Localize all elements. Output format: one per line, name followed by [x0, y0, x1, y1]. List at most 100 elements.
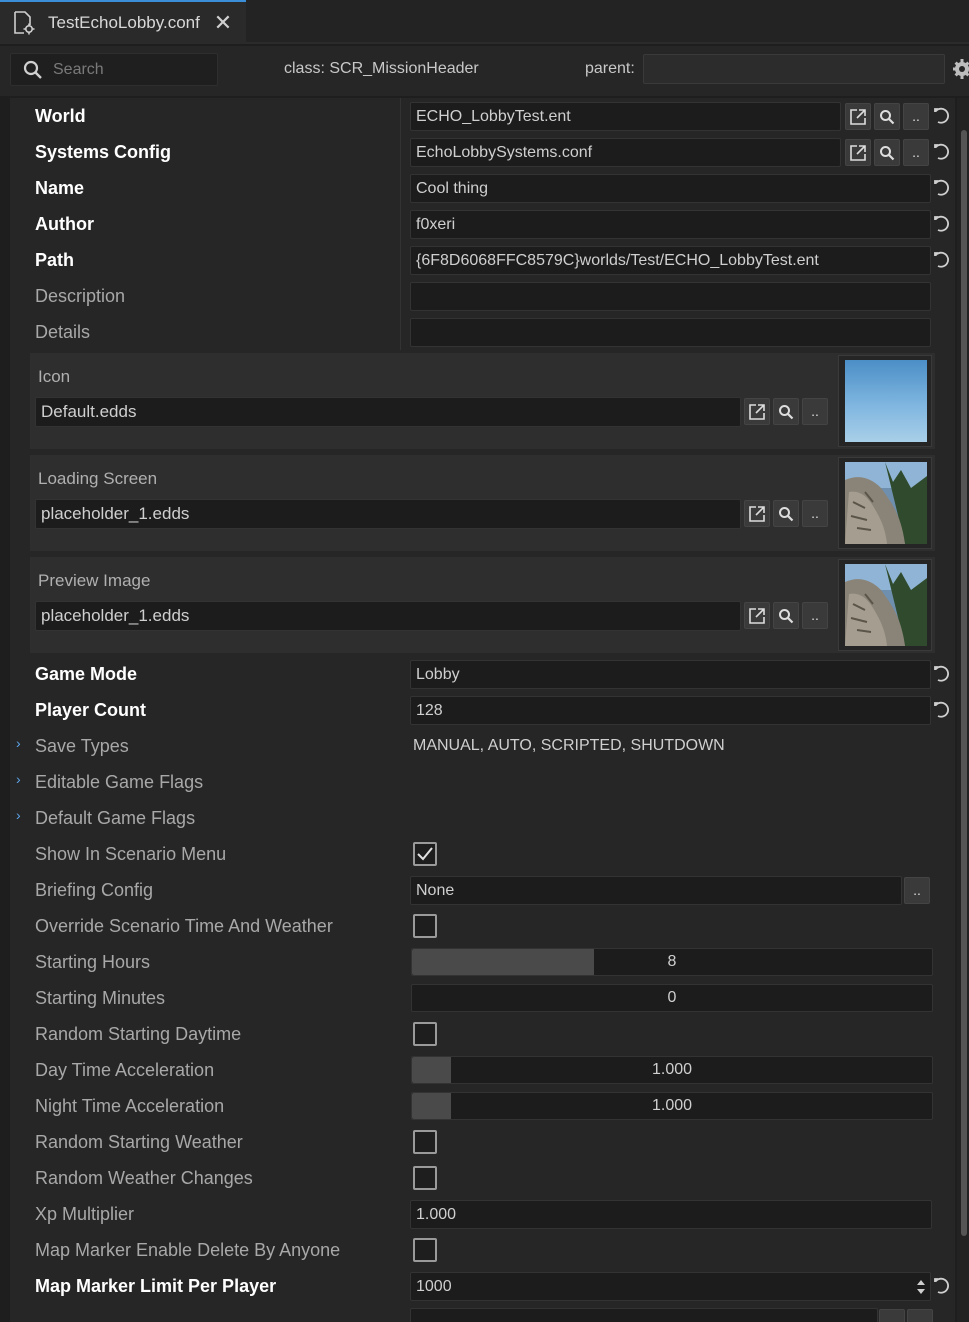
player-count-field[interactable]: 128 [410, 696, 931, 725]
world-field[interactable]: ECHO_LobbyTest.ent [410, 102, 841, 131]
chevron-right-icon[interactable]: › [16, 735, 21, 751]
preview-image-thumbnail[interactable] [838, 559, 932, 651]
open-external-icon[interactable] [845, 139, 871, 166]
open-external-icon[interactable] [744, 500, 770, 527]
prop-world: World ECHO_LobbyTest.ent .. [10, 99, 955, 135]
description-field[interactable] [410, 282, 931, 311]
reset-icon[interactable] [932, 699, 954, 721]
prop-label: Briefing Config [35, 880, 154, 900]
prop-starting-minutes: Starting Minutes 0 [10, 981, 955, 1017]
briefing-config-field[interactable]: None [410, 876, 902, 905]
loading-screen-thumbnail[interactable] [838, 457, 932, 549]
slider-value: 1.000 [651, 1061, 693, 1078]
prop-label: Starting Minutes [35, 988, 166, 1008]
checkbox[interactable] [413, 1022, 437, 1046]
search-icon[interactable] [773, 398, 799, 425]
map-marker-limit-field[interactable]: 1000 [410, 1272, 931, 1301]
search-placeholder: Search [53, 60, 104, 78]
prop-show-in-scenario-menu: Show In Scenario Menu [10, 837, 955, 873]
browse-button[interactable]: .. [904, 877, 930, 904]
reset-icon[interactable] [932, 249, 954, 271]
prop-details: Details [10, 315, 955, 351]
prop-icon: Icon Default.edds .. [30, 353, 935, 449]
reset-icon[interactable] [932, 105, 954, 127]
gear-icon[interactable] [951, 57, 969, 81]
reset-icon[interactable] [932, 213, 954, 235]
prop-partial-row [10, 1305, 955, 1322]
rock-image [845, 564, 927, 646]
button[interactable] [879, 1309, 905, 1322]
prop-label: Override Scenario Time And Weather [35, 916, 333, 936]
prop-label: Starting Hours [35, 952, 151, 972]
prop-override-time-weather: Override Scenario Time And Weather [10, 909, 955, 945]
checkbox[interactable] [413, 914, 437, 938]
config-file-icon [12, 10, 36, 36]
button[interactable] [907, 1309, 933, 1322]
partial-field[interactable] [410, 1308, 878, 1322]
prop-label: Editable Game Flags [35, 772, 204, 792]
open-external-icon[interactable] [744, 602, 770, 629]
search-icon[interactable] [874, 139, 900, 166]
prop-label: Default Game Flags [35, 808, 196, 828]
prop-author: Author f0xeri [10, 207, 955, 243]
icon-field[interactable]: Default.edds [35, 397, 741, 427]
browse-button[interactable]: .. [802, 398, 828, 425]
reset-icon[interactable] [932, 1275, 954, 1297]
systems-config-field[interactable]: EchoLobbySystems.conf [410, 138, 841, 167]
prop-player-count: Player Count 128 [10, 693, 955, 729]
prop-label: Game Mode [35, 664, 138, 684]
loading-screen-field[interactable]: placeholder_1.edds [35, 499, 741, 529]
search-input[interactable]: Search [10, 53, 218, 86]
open-external-icon[interactable] [845, 103, 871, 130]
search-icon[interactable] [874, 103, 900, 130]
browse-button[interactable]: .. [802, 500, 828, 527]
checkbox[interactable] [413, 1238, 437, 1262]
details-field[interactable] [410, 318, 931, 347]
browse-button[interactable]: .. [903, 139, 929, 166]
xp-multiplier-field[interactable]: 1.000 [410, 1200, 932, 1229]
prop-preview-image: Preview Image placeholder_1.edds .. [30, 557, 935, 653]
open-external-icon[interactable] [744, 398, 770, 425]
close-icon[interactable]: ✕ [210, 10, 236, 36]
browse-button[interactable]: .. [903, 103, 929, 130]
day-time-acceleration-slider[interactable]: 1.000 [411, 1056, 933, 1084]
prop-default-game-flags[interactable]: › Default Game Flags [10, 801, 955, 837]
reset-icon[interactable] [932, 663, 954, 685]
prop-label: Systems Config [35, 142, 172, 162]
reset-icon[interactable] [932, 141, 954, 163]
prop-label: Preview Image [38, 571, 151, 590]
browse-button[interactable]: .. [802, 602, 828, 629]
icon-thumbnail[interactable] [838, 355, 932, 447]
search-icon[interactable] [773, 500, 799, 527]
tab-testecholobby[interactable]: TestEchoLobby.conf ✕ [0, 0, 246, 44]
reset-icon[interactable] [932, 177, 954, 199]
prop-path: Path {6F8D6068FFC8579C}worlds/Test/ECHO_… [10, 243, 955, 279]
name-field[interactable]: Cool thing [410, 174, 931, 203]
checkbox[interactable] [413, 1166, 437, 1190]
prop-label: Path [35, 250, 75, 270]
prop-save-types[interactable]: › Save Types MANUAL, AUTO, SCRIPTED, SHU… [10, 729, 955, 765]
game-mode-field[interactable]: Lobby [410, 660, 931, 689]
parent-field[interactable] [643, 54, 945, 84]
prop-random-starting-weather: Random Starting Weather [10, 1125, 955, 1161]
prop-description: Description [10, 279, 955, 315]
prop-label: Random Starting Weather [35, 1132, 243, 1152]
prop-label: Map Marker Limit Per Player [35, 1276, 277, 1296]
checkbox[interactable] [413, 1130, 437, 1154]
prop-label: Loading Screen [38, 469, 158, 488]
preview-image-field[interactable]: placeholder_1.edds [35, 601, 741, 631]
starting-minutes-slider[interactable]: 0 [411, 984, 933, 1012]
search-icon[interactable] [773, 602, 799, 629]
spinner-arrows-icon[interactable] [914, 1275, 928, 1299]
night-time-acceleration-slider[interactable]: 1.000 [411, 1092, 933, 1120]
checkbox-checked[interactable] [413, 842, 437, 866]
prop-label: World [35, 106, 86, 126]
chevron-right-icon[interactable]: › [16, 771, 21, 787]
scrollbar-thumb[interactable] [961, 130, 967, 1236]
author-field[interactable]: f0xeri [410, 210, 931, 239]
starting-hours-slider[interactable]: 8 [411, 948, 933, 976]
prop-label: Player Count [35, 700, 147, 720]
prop-editable-game-flags[interactable]: › Editable Game Flags [10, 765, 955, 801]
chevron-right-icon[interactable]: › [16, 807, 21, 823]
path-field[interactable]: {6F8D6068FFC8579C}worlds/Test/ECHO_Lobby… [410, 246, 931, 275]
